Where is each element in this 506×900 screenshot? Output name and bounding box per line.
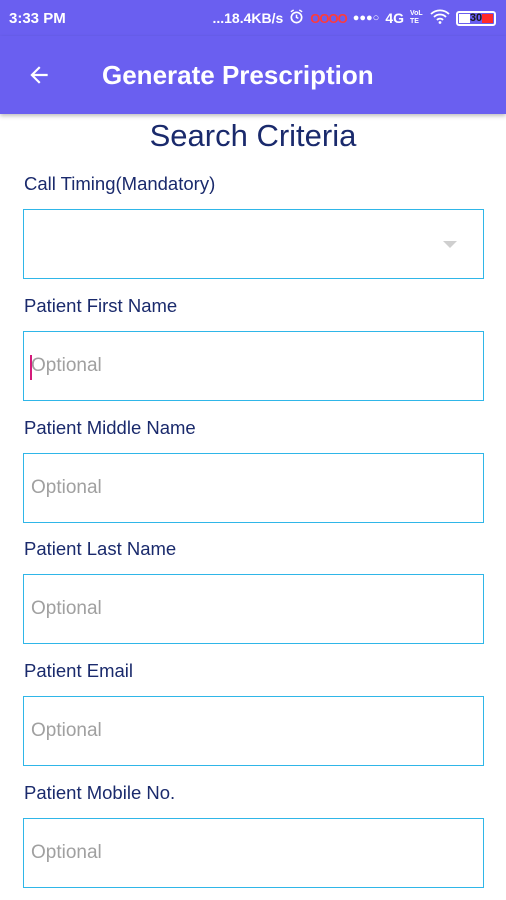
last-name-label: Patient Last Name [24,538,177,559]
email-input[interactable] [24,697,483,765]
middle-name-input[interactable] [24,454,483,522]
first-name-label: Patient First Name [24,295,178,316]
text-cursor [30,355,32,380]
status-time: 3:33 PM [9,10,66,27]
alarm-icon [289,9,304,27]
call-timing-dropdown[interactable] [23,209,484,279]
first-name-field-wrapper [23,331,484,401]
status-icons: ...18.4KB/s OOOO ●●●○ 4G VoLTE 30 [212,9,496,27]
battery-icon: 30 [456,10,496,26]
status-bar: 3:33 PM ...18.4KB/s OOOO ●●●○ 4G VoLTE 3… [0,0,506,36]
last-name-input[interactable] [24,575,483,643]
last-name-field-wrapper [23,574,484,644]
arrow-left-icon [30,66,48,84]
back-button[interactable] [22,58,56,92]
mobile-label: Patient Mobile No. [24,782,176,803]
middle-name-field-wrapper [23,453,484,523]
section-title: Search Criteria [149,118,357,153]
notification-icons: OOOO [310,10,347,26]
network-speed: ...18.4KB/s [212,10,284,26]
mobile-input[interactable] [24,819,483,887]
middle-name-label: Patient Middle Name [24,417,196,438]
app-bar: Generate Prescription [0,36,506,114]
signal-icon: ●●●○ [352,12,380,24]
wifi-icon [430,9,450,27]
mobile-field-wrapper [23,818,484,888]
network-type: 4G [385,10,404,26]
battery-level: 30 [469,11,483,24]
first-name-input[interactable] [24,332,483,400]
dropdown-arrow-icon [443,241,457,248]
email-field-wrapper [23,696,484,766]
page-title: Generate Prescription [102,60,374,90]
call-timing-label: Call Timing(Mandatory) [24,173,216,194]
volte-label: VoLTE [410,10,423,25]
email-label: Patient Email [24,660,133,681]
